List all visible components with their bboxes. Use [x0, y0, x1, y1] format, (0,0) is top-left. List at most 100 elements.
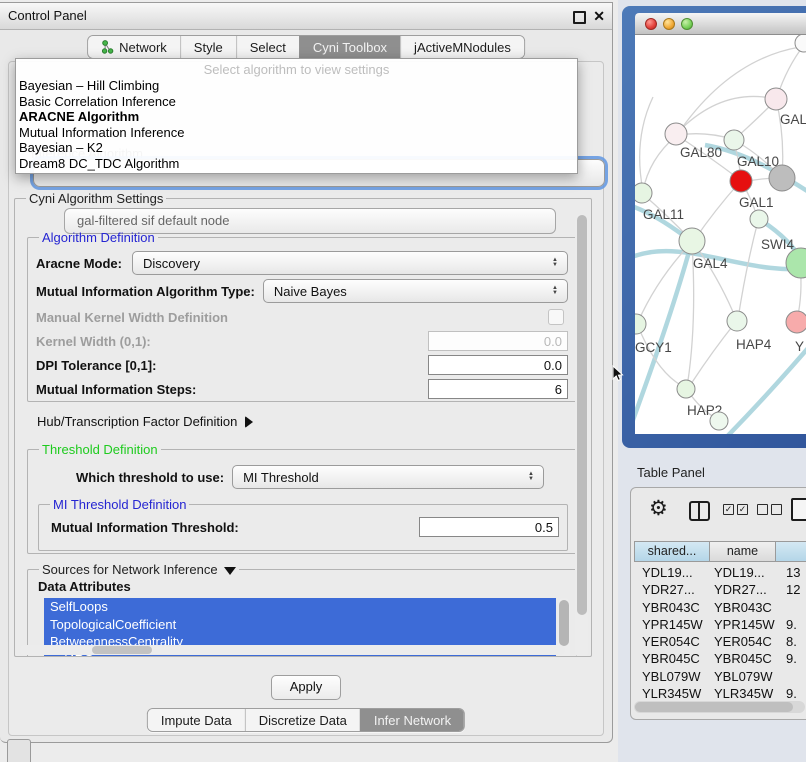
tab-infer-network[interactable]: Infer Network: [360, 709, 464, 731]
tab-discretize-data[interactable]: Discretize Data: [245, 709, 360, 731]
tab-select[interactable]: Select: [236, 36, 299, 58]
table-row[interactable]: YLR345WYLR345W9.: [634, 685, 806, 702]
combo-arrows-icon: ▲▼: [552, 280, 558, 302]
node-label-gal4: GAL4: [693, 256, 728, 271]
settings-horizontal-scrollbar[interactable]: [20, 645, 565, 655]
float-window-icon[interactable]: [573, 11, 586, 24]
threshold-definition-group: Threshold Definition Which threshold to …: [27, 442, 577, 554]
table-cell: 9.: [780, 685, 806, 702]
node-swi4[interactable]: [750, 210, 768, 228]
gear-icon[interactable]: ⚙: [649, 496, 668, 521]
tab-label: Select: [250, 40, 286, 55]
close-traffic-light-icon[interactable]: [645, 18, 657, 30]
mi-threshold-definition-title: MI Threshold Definition: [50, 497, 189, 512]
table-cell: YPR145W: [634, 616, 712, 633]
tab-style[interactable]: Style: [180, 36, 236, 58]
tab-label: Infer Network: [374, 713, 451, 728]
node-label-gcy1: GCY1: [635, 340, 672, 355]
tab-impute-data[interactable]: Impute Data: [148, 709, 245, 731]
node-gal[interactable]: [765, 88, 787, 110]
node-gal10[interactable]: [724, 130, 744, 150]
table-row[interactable]: YBR043CYBR043C: [634, 599, 806, 616]
attribute-item-topologicalcoefficient[interactable]: TopologicalCoefficient: [44, 616, 556, 634]
aracne-mode-combo[interactable]: Discovery ▲▼: [132, 251, 568, 275]
checked-box-icon[interactable]: ✓: [737, 504, 748, 515]
table-cell: YER054C: [634, 633, 712, 650]
table-row[interactable]: YBL079WYBL079W: [634, 668, 806, 685]
node-hap4[interactable]: [727, 311, 747, 331]
node-unlabeled[interactable]: [795, 35, 806, 52]
network-edge[interactable]: [695, 183, 739, 239]
node-label-y: Y: [795, 339, 804, 354]
tab-jactivemnodules[interactable]: jActiveMNodules: [400, 36, 524, 58]
unchecked-box-icon[interactable]: [757, 504, 768, 515]
algorithm-option-bayesian-hill-climbing[interactable]: Bayesian – Hill Climbing: [16, 78, 577, 94]
network-edge[interactable]: [689, 323, 735, 387]
table-cell: YBL079W: [712, 668, 780, 685]
dpi-tolerance-field[interactable]: 0.0: [428, 355, 568, 375]
aracne-mode-label: Aracne Mode:: [36, 256, 122, 271]
settings-vertical-scrollbar[interactable]: [575, 214, 588, 657]
table-cell: YLR345W: [634, 685, 712, 702]
algorithm-option-mutual-information-inference[interactable]: Mutual Information Inference: [16, 125, 577, 141]
node-hap2[interactable]: [677, 380, 695, 398]
node-unlabeled[interactable]: [769, 165, 795, 191]
node-unlabeled[interactable]: [786, 248, 806, 278]
mi-steps-field[interactable]: 6: [428, 379, 568, 399]
tab-cyni-toolbox[interactable]: Cyni Toolbox: [299, 36, 400, 58]
minimize-traffic-light-icon[interactable]: [663, 18, 675, 30]
which-threshold-combo[interactable]: MI Threshold ▲▼: [232, 465, 544, 489]
node-label-hap4: HAP4: [736, 337, 772, 352]
table-row[interactable]: YER054CYER054C8.: [634, 633, 806, 650]
network-edge[interactable]: [635, 241, 692, 431]
algorithm-option-aracne-algorithm[interactable]: ARACNE Algorithm: [16, 109, 577, 125]
network-edge[interactable]: [738, 221, 758, 319]
column-header-3[interactable]: [776, 541, 806, 562]
network-canvas[interactable]: GALGAL80GAL10GAL1GAL11SWI4GAL4GCY1HAP4YH…: [635, 35, 806, 434]
mi-type-combo[interactable]: Naive Bayes ▲▼: [263, 279, 568, 303]
zoom-traffic-light-icon[interactable]: [681, 18, 693, 30]
control-panel-window: Control Panel ✕ NetworkStyleSelectCyni T…: [0, 2, 613, 743]
algorithm-option-bayesian-k2[interactable]: Bayesian – K2: [16, 140, 577, 156]
tab-label: Style: [194, 40, 223, 55]
algorithm-option-dream8-dc-tdc-algorithm[interactable]: Dream8 DC_TDC Algorithm: [16, 156, 577, 172]
table-row[interactable]: YPR145WYPR145W9.: [634, 616, 806, 633]
dpi-tolerance-label: DPI Tolerance [0,1]:: [36, 358, 156, 373]
checked-box-icon[interactable]: ✓: [723, 504, 734, 515]
node-gal11[interactable]: [635, 183, 652, 203]
close-icon[interactable]: ✕: [593, 7, 605, 25]
network-window-titlebar[interactable]: [635, 13, 806, 35]
column-header-name[interactable]: name: [710, 541, 776, 562]
algorithm-definition-title: Algorithm Definition: [39, 230, 158, 245]
page-icon[interactable]: [791, 498, 806, 521]
column-header-shared[interactable]: shared...: [634, 541, 710, 562]
tab-label: jActiveMNodules: [414, 40, 511, 55]
unchecked-box-icon[interactable]: [771, 504, 782, 515]
node-gal1[interactable]: [730, 170, 752, 192]
table-row[interactable]: YDL19...YDL19...13: [634, 564, 806, 581]
network-view-window[interactable]: GALGAL80GAL10GAL1GAL11SWI4GAL4GCY1HAP4YH…: [622, 6, 806, 448]
split-pane-icon[interactable]: [689, 501, 710, 521]
hub-definition-expander[interactable]: Hub/Transcription Factor Definition: [37, 414, 253, 429]
table-horizontal-scrollbar[interactable]: [634, 701, 805, 713]
table-cell: YBR043C: [712, 599, 780, 616]
sources-title[interactable]: Sources for Network Inference: [39, 562, 239, 577]
node-gal4[interactable]: [679, 228, 705, 254]
node-gcy1[interactable]: [635, 314, 646, 334]
table-cell: YDR27...: [712, 581, 780, 598]
table-panel-title: Table Panel: [637, 465, 705, 480]
table-row[interactable]: YDR27...YDR27...12: [634, 581, 806, 598]
manual-kernel-checkbox[interactable]: [548, 309, 564, 325]
node-gal80[interactable]: [665, 123, 687, 145]
mi-threshold-field[interactable]: 0.5: [419, 517, 559, 537]
docked-panel-icon[interactable]: [7, 739, 31, 762]
node-y[interactable]: [786, 311, 806, 333]
apply-button[interactable]: Apply: [271, 675, 341, 700]
algorithm-option-basic-correlation-inference[interactable]: Basic Correlation Inference: [16, 94, 577, 110]
node-unlabeled[interactable]: [710, 412, 728, 430]
kernel-width-field: 0.0: [428, 331, 568, 351]
tab-network[interactable]: Network: [88, 36, 180, 58]
table-cell: YBL079W: [634, 668, 712, 685]
table-row[interactable]: YBR045CYBR045C9.: [634, 650, 806, 667]
attribute-item-selfloops[interactable]: SelfLoops: [44, 598, 556, 616]
